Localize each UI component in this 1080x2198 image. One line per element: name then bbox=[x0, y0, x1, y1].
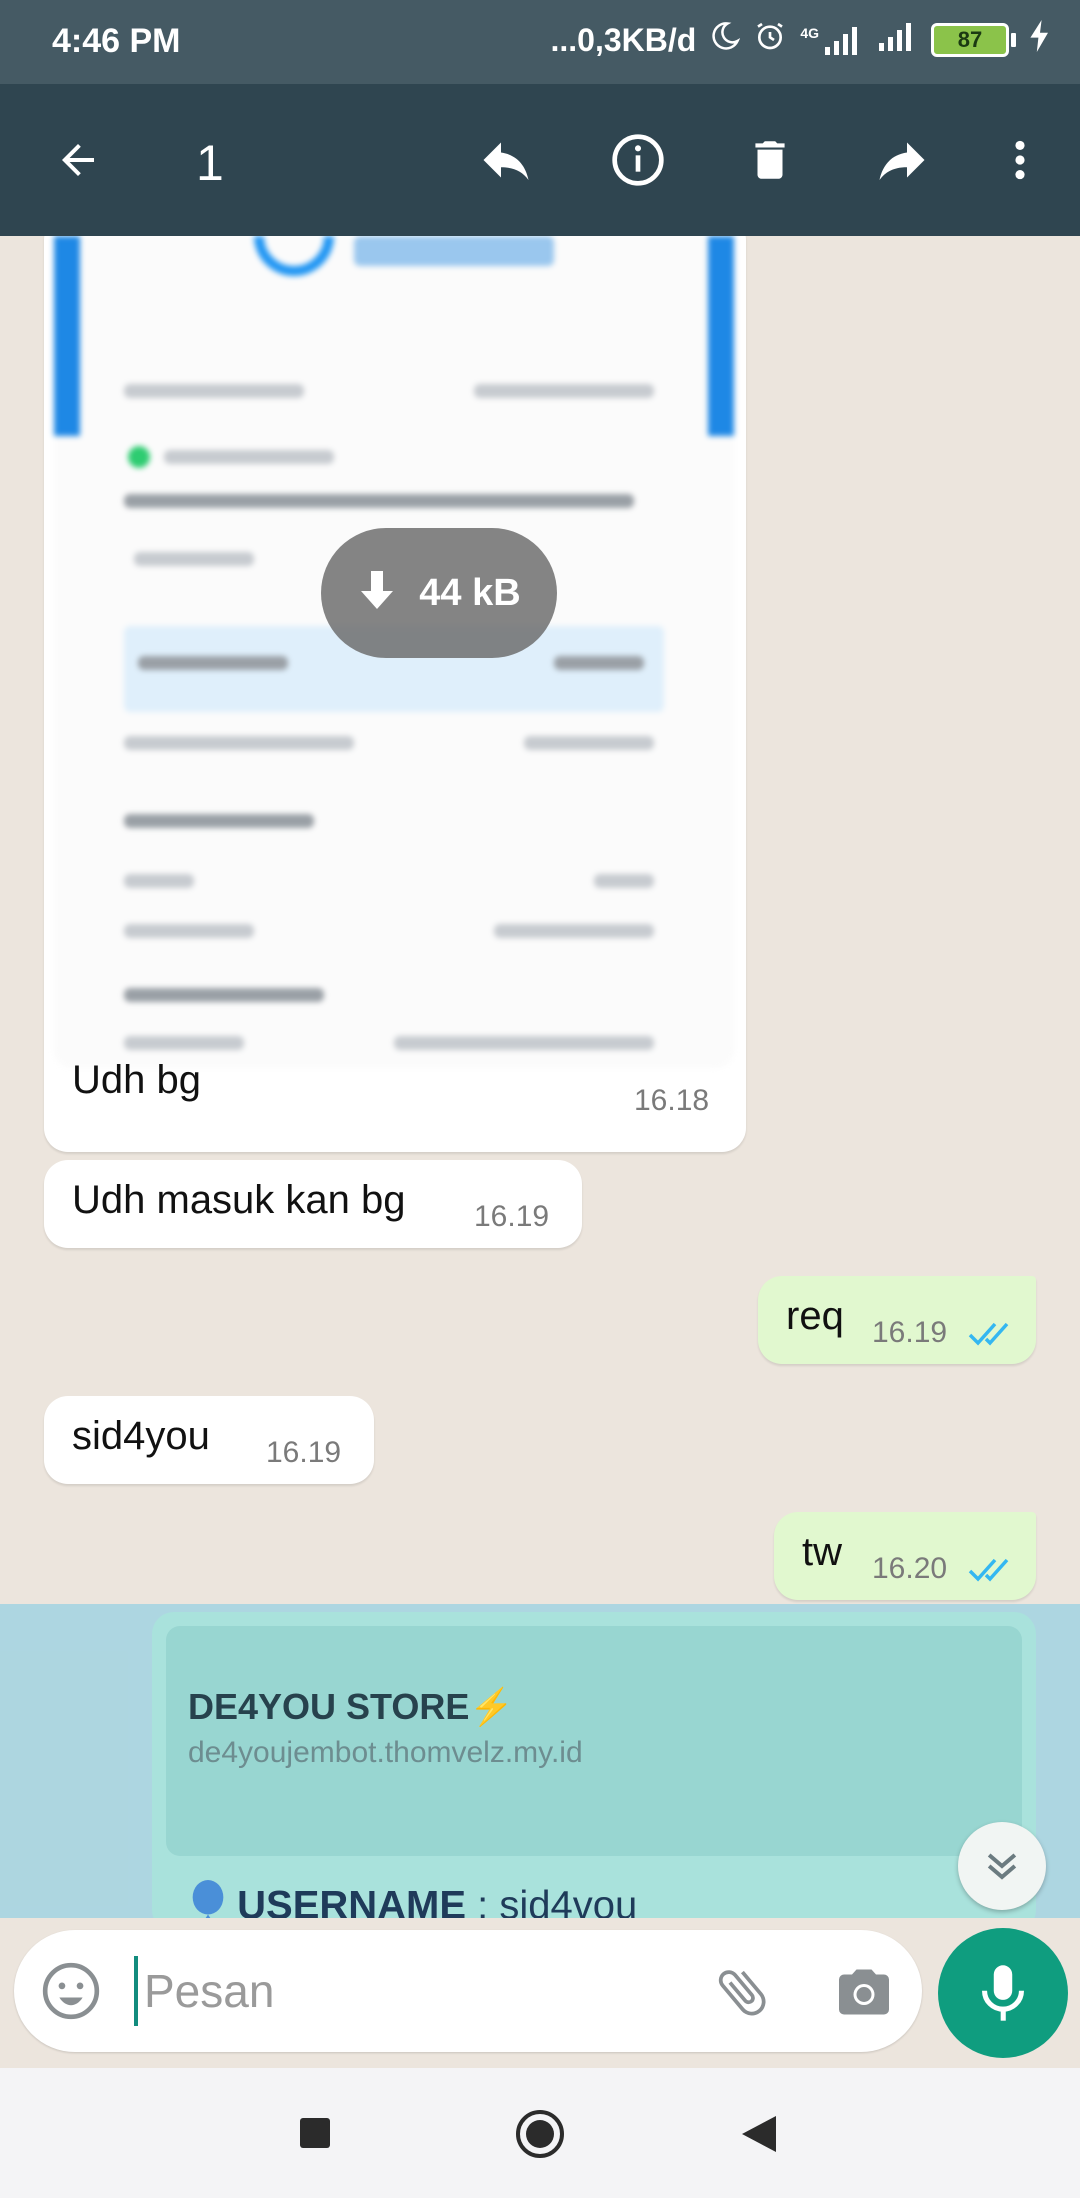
forward-icon[interactable] bbox=[872, 130, 932, 190]
camera-icon[interactable] bbox=[834, 1964, 894, 2025]
chat-area[interactable]: 44 kB Udh bg 16.18 Udh masuk kan bg 16.1… bbox=[0, 236, 1080, 1918]
message-time: 16.19 bbox=[266, 1436, 342, 1469]
link-title: DE4YOU STORE⚡ bbox=[188, 1686, 515, 1727]
alarm-icon bbox=[754, 20, 786, 60]
signal-4g-icon: 4G bbox=[800, 25, 863, 55]
status-bar: 4:46 PM ...0,3KB/d 4G 87 bbox=[0, 0, 1080, 84]
back-triangle-icon[interactable] bbox=[740, 2114, 778, 2159]
message-time: 16.18 bbox=[634, 1084, 710, 1117]
selected-link-message[interactable]: DE4YOU STORE⚡ de4youjembot.thomvelz.my.i… bbox=[152, 1612, 1036, 1918]
message-bubble-out[interactable]: req 16.19 bbox=[758, 1276, 1036, 1364]
message-bubble-out[interactable]: tw 16.20 bbox=[774, 1512, 1036, 1600]
download-button[interactable]: 44 kB bbox=[321, 528, 557, 658]
message-text: Udh masuk kan bg bbox=[72, 1178, 406, 1222]
message-bubble-in[interactable]: Udh masuk kan bg 16.19 bbox=[44, 1160, 582, 1248]
username-label: USERNAME bbox=[237, 1883, 467, 1918]
signal-4g-label: 4G bbox=[800, 25, 819, 41]
balloon-icon bbox=[190, 1880, 226, 1918]
message-input[interactable] bbox=[134, 1956, 694, 2026]
compose-bar bbox=[0, 1918, 1080, 2068]
selected-count: 1 bbox=[196, 135, 224, 191]
battery-level: 87 bbox=[931, 23, 1009, 57]
link-url[interactable]: de4youjembot.thomvelz.my.id bbox=[188, 1736, 583, 1770]
delete-icon[interactable] bbox=[740, 130, 800, 190]
charging-icon bbox=[1030, 20, 1050, 60]
battery-icon: 87 bbox=[931, 23, 1016, 57]
download-arrow-icon bbox=[361, 571, 394, 609]
status-indicators: ...0,3KB/d 4G 87 bbox=[551, 20, 1051, 60]
message-text: sid4you bbox=[72, 1414, 210, 1458]
status-time: 4:46 PM bbox=[52, 22, 181, 60]
username-row: USERNAME : sid4vou bbox=[190, 1880, 637, 1918]
username-separator: : bbox=[466, 1883, 500, 1918]
read-ticks-icon bbox=[968, 1556, 1016, 1589]
info-icon[interactable] bbox=[608, 130, 668, 190]
message-text: req bbox=[786, 1294, 844, 1338]
attach-icon[interactable] bbox=[712, 1962, 772, 2027]
message-bubble-in[interactable]: sid4you 16.19 bbox=[44, 1396, 374, 1484]
scroll-to-bottom-button[interactable] bbox=[958, 1822, 1046, 1910]
double-chevron-down-icon bbox=[987, 1853, 1017, 1880]
emoji-icon[interactable] bbox=[40, 1960, 102, 2027]
signal-icon bbox=[877, 21, 917, 59]
selection-toolbar: 1 bbox=[0, 84, 1080, 236]
message-time: 16.19 bbox=[872, 1316, 948, 1349]
home-circle-icon[interactable] bbox=[514, 2108, 566, 2165]
compose-box[interactable] bbox=[14, 1930, 922, 2052]
username-value: sid4vou bbox=[499, 1883, 638, 1918]
image-caption: Udh bg bbox=[72, 1058, 201, 1102]
message-time: 16.19 bbox=[474, 1200, 550, 1233]
more-vert-icon[interactable] bbox=[990, 130, 1050, 190]
image-message-bubble[interactable]: 44 kB Udh bg 16.18 bbox=[44, 236, 746, 1152]
back-arrow-icon[interactable] bbox=[48, 130, 108, 190]
read-ticks-icon bbox=[968, 1320, 1016, 1353]
recents-square-icon[interactable] bbox=[298, 2116, 332, 2155]
message-time: 16.20 bbox=[872, 1552, 948, 1585]
network-speed: ...0,3KB/d bbox=[550, 21, 697, 58]
message-text: tw bbox=[802, 1530, 842, 1574]
system-nav-bar bbox=[0, 2068, 1080, 2198]
voice-record-button[interactable] bbox=[938, 1928, 1068, 2058]
link-preview[interactable]: DE4YOU STORE⚡ de4youjembot.thomvelz.my.i… bbox=[166, 1626, 1022, 1856]
mic-icon bbox=[982, 1965, 1024, 2021]
reply-icon[interactable] bbox=[476, 130, 536, 190]
download-size: 44 kB bbox=[419, 571, 521, 614]
dnd-moon-icon bbox=[710, 21, 741, 59]
